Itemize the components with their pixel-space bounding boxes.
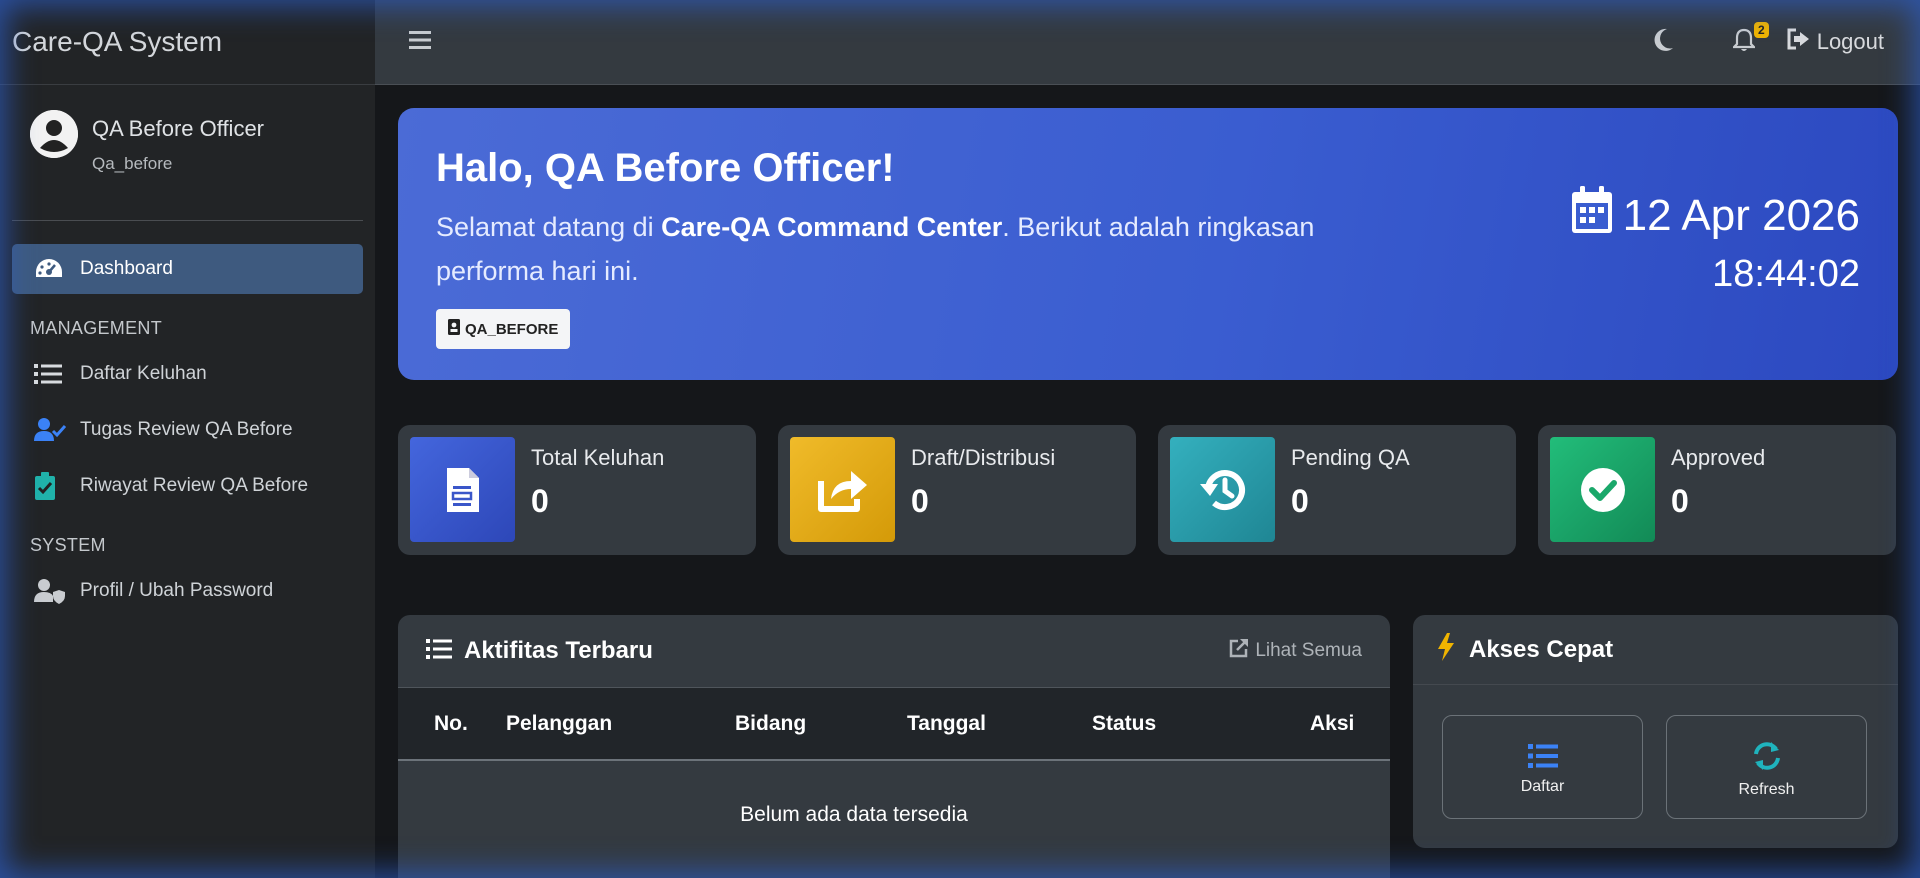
user-username: Qa_before — [92, 154, 173, 173]
role-badge: QA_BEFORE — [436, 309, 571, 349]
gauge-icon — [34, 255, 66, 283]
quick-daftar-button[interactable]: Daftar — [1442, 715, 1643, 819]
external-link-icon — [1229, 638, 1255, 664]
sidebar-item-daftar-keluhan[interactable]: Daftar Keluhan — [12, 349, 363, 399]
sidebar-item-label: Riwayat Review QA Before — [80, 475, 309, 496]
notifications-button[interactable]: 2 — [1731, 21, 1769, 57]
file-icon — [410, 437, 515, 542]
user-name[interactable]: QA Before Officer — [92, 116, 264, 142]
column-header[interactable]: Pelanggan — [506, 712, 612, 736]
sidebar-item-label: Dashboard — [80, 258, 173, 279]
column-header[interactable]: Status — [1092, 712, 1156, 736]
logout-button[interactable]: Logout — [1787, 28, 1884, 56]
stat-label: Approved — [1671, 445, 1766, 470]
stat-label: Draft/Distribusi — [911, 445, 1056, 470]
brand-link[interactable]: Care-QA System — [0, 0, 375, 85]
topbar: 2 Logout — [375, 0, 1920, 85]
stat-card-draft-distribusi: Draft/Distribusi 0 — [778, 425, 1136, 555]
history-icon — [1170, 437, 1275, 542]
logout-icon — [1787, 28, 1817, 56]
view-all-link[interactable]: Lihat Semua — [1229, 638, 1362, 664]
table-header: No. Pelanggan Bidang Tanggal Status Aksi — [398, 688, 1390, 761]
hamburger-icon — [409, 30, 433, 54]
menu-toggle-button[interactable] — [409, 30, 433, 55]
sidebar-item-riwayat-review[interactable]: Riwayat Review QA Before — [12, 461, 363, 511]
nav-header-system: SYSTEM — [30, 535, 106, 555]
column-header[interactable]: No. — [434, 712, 468, 736]
sidebar-item-dashboard[interactable]: Dashboard — [12, 244, 363, 294]
sidebar-item-tugas-review[interactable]: Tugas Review QA Before — [12, 405, 363, 455]
sidebar-item-label: Daftar Keluhan — [80, 363, 207, 384]
sidebar-item-label: Profil / Ubah Password — [80, 580, 274, 601]
stat-value: 0 — [1291, 483, 1309, 519]
stat-card-approved: Approved 0 — [1538, 425, 1896, 555]
bell-icon — [1731, 28, 1757, 56]
nav-header-management: MANAGEMENT — [30, 318, 163, 338]
stat-label: Pending QA — [1291, 445, 1410, 470]
calendar-icon — [1571, 186, 1623, 245]
column-header[interactable]: Bidang — [735, 712, 806, 736]
hero-subtitle: Selamat datang di Care-QA Command Center… — [436, 212, 1315, 286]
quick-access-title: Akses Cepat — [1469, 635, 1614, 663]
quick-access-card: Akses Cepat Daftar Refresh — [1413, 615, 1898, 848]
user-panel: QA Before Officer Qa_before — [12, 85, 363, 221]
column-header[interactable]: Tanggal — [907, 712, 986, 736]
welcome-banner: Halo, QA Before Officer! Selamat datang … — [398, 108, 1898, 380]
refresh-icon — [1751, 740, 1783, 777]
main-content: Halo, QA Before Officer! Selamat datang … — [375, 85, 1920, 878]
sidebar-item-profil[interactable]: Profil / Ubah Password — [12, 566, 363, 616]
dark-mode-toggle[interactable] — [1651, 27, 1675, 58]
stat-card-pending-qa: Pending QA 0 — [1158, 425, 1516, 555]
activity-title: Aktifitas Terbaru — [464, 637, 653, 664]
empty-state: Belum ada data tersedia — [740, 803, 968, 826]
stat-value: 0 — [531, 483, 549, 519]
list-icon — [34, 360, 66, 388]
list-icon — [426, 638, 452, 665]
list-icon — [1527, 743, 1558, 774]
user-shield-icon — [34, 577, 66, 605]
logout-label: Logout — [1816, 29, 1884, 54]
sidebar-item-label: Tugas Review QA Before — [80, 419, 293, 440]
bolt-icon — [1437, 633, 1455, 666]
column-header[interactable]: Aksi — [1310, 712, 1354, 736]
user-check-icon — [34, 416, 66, 444]
check-circle-icon — [1550, 437, 1655, 542]
date-time: 12 Apr 2026 18:44:02 — [1571, 186, 1860, 296]
user-avatar-icon — [30, 110, 78, 158]
quick-refresh-button[interactable]: Refresh — [1666, 715, 1867, 819]
hero-greeting: Halo, QA Before Officer! — [436, 146, 895, 190]
notification-badge: 2 — [1754, 21, 1769, 38]
moon-icon — [1651, 28, 1675, 57]
quick-button-label: Refresh — [1738, 780, 1795, 798]
clipboard-check-icon — [34, 472, 66, 500]
stat-value: 0 — [1671, 483, 1689, 519]
stat-card-total-keluhan: Total Keluhan 0 — [398, 425, 756, 555]
activity-card: Aktifitas Terbaru Lihat Semua No. Pelang… — [398, 615, 1390, 878]
current-time: 18:44:02 — [1712, 253, 1860, 295]
share-icon — [790, 437, 895, 542]
sidebar-nav: Dashboard MANAGEMENT Daftar Keluhan Tuga… — [0, 221, 375, 616]
stat-value: 0 — [911, 483, 929, 519]
stat-label: Total Keluhan — [531, 445, 665, 470]
id-badge-icon — [448, 319, 465, 339]
sidebar: Care-QA System QA Before Officer Qa_befo… — [0, 0, 375, 878]
current-date: 12 Apr 2026 — [1622, 190, 1860, 240]
quick-button-label: Daftar — [1520, 777, 1565, 795]
